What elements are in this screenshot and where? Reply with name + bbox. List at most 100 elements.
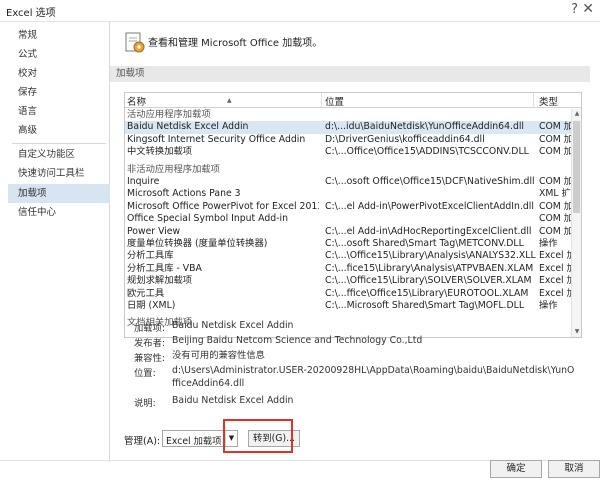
row-name: Office Special Symbol Input Add-in — [127, 213, 288, 225]
row-name: 度量单位转换器 (度量单位转换器) — [127, 238, 268, 249]
sidebar-item-formulas[interactable]: 公式 — [8, 45, 110, 64]
addins-list[interactable]: 名称 ▲ 位置 类型 活动应用程序加载项 Baidu Netdisk Excel… — [124, 92, 582, 338]
table-row[interactable]: 日期 (XML) C:\...Microsoft Shared\Smart Ta… — [125, 300, 571, 312]
row-location: C:\...osoft Office\Office15\DCF\NativeSh… — [325, 176, 535, 187]
row-location: C:\...\Office15\Library\Analysis\ANALYS3… — [325, 250, 536, 262]
table-row[interactable]: 分析工具库 C:\...\Office15\Library\Analysis\A… — [125, 250, 571, 262]
column-header-name[interactable]: 名称 — [127, 94, 146, 108]
title-bar: Excel 选项 ? ✕ — [0, 0, 600, 22]
table-row[interactable]: 欧元工具 C:\...ffice\Office15\Library\EUROTO… — [125, 288, 571, 300]
table-row[interactable]: 分析工具库 - VBA C:\...fice15\Library\Analysi… — [125, 263, 571, 275]
detail-value: Baidu Netdisk Excel Addin — [172, 320, 294, 331]
help-button[interactable]: ? — [571, 2, 578, 17]
row-name: Baidu Netdisk Excel Addin — [127, 121, 249, 133]
table-row[interactable]: Kingsoft Internet Security Office Addin … — [125, 134, 571, 146]
cancel-button[interactable]: 取消 — [548, 460, 600, 478]
row-name: Microsoft Actions Pane 3 — [127, 188, 241, 200]
row-type: Excel 加载项 — [539, 250, 571, 262]
row-location: C:\...el Add-in\AdHocReportingExcelClien… — [325, 225, 532, 237]
row-location: d:\...idu\BaiduNetdisk\YunOfficeAddin64.… — [325, 121, 525, 133]
sidebar-item-quick-access-toolbar[interactable]: 快速访问工具栏 — [8, 164, 110, 183]
table-row[interactable]: Microsoft Office PowerPivot for Excel 20… — [125, 201, 571, 213]
detail-label: 位置: — [134, 368, 156, 379]
sidebar-item-language[interactable]: 语言 — [8, 102, 110, 121]
row-type: Excel 加载项 — [539, 275, 571, 287]
row-location: C:\...ffice\Office15\Library\EUROTOOL.XL… — [325, 287, 529, 299]
sidebar-divider — [12, 143, 106, 144]
row-name: Power View — [127, 225, 181, 237]
row-type: COM 加载项 — [539, 200, 571, 212]
detail-label: 说明: — [134, 398, 156, 409]
row-location: C:\...Office\Office15\ADDINS\TCSCCONV.DL… — [325, 146, 529, 158]
row-name: 日期 (XML) — [127, 300, 176, 311]
sidebar-item-save[interactable]: 保存 — [8, 83, 110, 102]
table-row[interactable]: Office Special Symbol Input Add-in COM 加… — [125, 213, 571, 225]
row-name: 欧元工具 — [127, 287, 165, 299]
ok-button[interactable]: 确定 — [490, 460, 542, 478]
row-type: COM 加载项 — [539, 176, 571, 187]
row-location: C:\...el Add-in\PowerPivotExcelClientAdd… — [325, 200, 534, 212]
row-name: 中文转换加载项 — [127, 146, 193, 158]
sidebar-item-general[interactable]: 常规 — [8, 26, 110, 45]
table-row[interactable]: Inquire C:\...osoft Office\Office15\DCF\… — [125, 176, 571, 188]
row-name: 分析工具库 - VBA — [127, 262, 202, 274]
highlight-annotation — [223, 419, 293, 453]
detail-value: 没有可用的兼容性信息 — [172, 350, 265, 361]
row-type: COM 加载项 — [539, 121, 571, 133]
addins-gear-icon — [125, 32, 145, 53]
row-name: Kingsoft Internet Security Office Addin — [127, 133, 306, 145]
row-location: C:\...Microsoft Shared\Smart Tag\MOFL.DL… — [325, 300, 525, 311]
row-name: Inquire — [127, 176, 160, 187]
page-description: 查看和管理 Microsoft Office 加载项。 — [148, 38, 323, 49]
table-row[interactable]: 规划求解加载项 C:\...\Office15\Library\SOLVER\S… — [125, 275, 571, 287]
scroll-up-icon[interactable]: ▲ — [572, 109, 581, 119]
detail-label: 兼容性: — [134, 353, 166, 364]
row-type: COM 加载项 — [539, 133, 571, 145]
manage-label: 管理(A): — [124, 436, 161, 447]
detail-value: Beijing Baidu Netcom Science and Technol… — [172, 335, 423, 346]
section-active: 活动应用程序加载项 — [127, 109, 211, 120]
sort-ascending-icon: ▲ — [227, 97, 232, 104]
addins-pane: 查看和管理 Microsoft Office 加载项。 加载项 名称 ▲ 位置 … — [110, 22, 600, 462]
detail-value: d:\Users\Administrator.USER-20200928HL\A… — [172, 365, 575, 389]
sidebar-item-proofing[interactable]: 校对 — [8, 64, 110, 83]
row-type: COM 加载项 — [539, 146, 571, 158]
manage-select-value: Excel 加载项 — [166, 436, 222, 447]
scroll-thumb[interactable] — [573, 121, 580, 213]
row-type: Excel 加载项 — [539, 287, 571, 299]
list-scrollbar[interactable]: ▲ ▼ — [571, 109, 581, 337]
table-row[interactable]: Power View C:\...el Add-in\AdHocReportin… — [125, 226, 571, 238]
row-type: 操作 — [539, 300, 558, 311]
sidebar-item-customize-ribbon[interactable]: 自定义功能区 — [8, 145, 110, 164]
column-header-location[interactable]: 位置 — [325, 94, 344, 108]
table-row[interactable]: Baidu Netdisk Excel Addin d:\...idu\Baid… — [125, 121, 571, 134]
row-location: C:\...fice15\Library\Analysis\ATPVBAEN.X… — [325, 262, 534, 274]
list-rows: 活动应用程序加载项 Baidu Netdisk Excel Addin d:\.… — [125, 109, 571, 337]
sidebar-item-trust-center[interactable]: 信任中心 — [8, 203, 110, 222]
row-type: 操作 — [539, 238, 558, 249]
column-header-type[interactable]: 类型 — [539, 94, 558, 108]
detail-label: 发布者: — [134, 338, 166, 349]
list-header: 名称 ▲ 位置 类型 — [125, 93, 581, 108]
row-location: C:\...osoft Shared\Smart Tag\METCONV.DLL — [325, 238, 524, 249]
column-divider[interactable] — [533, 93, 534, 108]
row-name: 规划求解加载项 — [127, 275, 193, 287]
sidebar-item-advanced[interactable]: 高级 — [8, 121, 110, 140]
table-row[interactable]: 度量单位转换器 (度量单位转换器) C:\...osoft Shared\Sma… — [125, 238, 571, 250]
section-inactive: 非活动应用程序加载项 — [127, 163, 220, 175]
close-button[interactable]: ✕ — [582, 1, 594, 17]
table-row[interactable]: Microsoft Actions Pane 3 XML 扩展包 — [125, 188, 571, 200]
window-title: Excel 选项 — [6, 8, 56, 19]
sidebar-item-addins[interactable]: 加载项 — [8, 184, 110, 203]
row-type: Excel 加载项 — [539, 262, 571, 274]
row-location: D:\DriverGenius\kofficeaddin64.dll — [325, 133, 485, 145]
table-row[interactable]: 中文转换加载项 C:\...Office\Office15\ADDINS\TCS… — [125, 146, 571, 158]
row-type: COM 加载项 — [539, 225, 571, 237]
row-name: 分析工具库 — [127, 250, 174, 262]
row-type: COM 加载项 — [539, 213, 571, 225]
column-divider[interactable] — [321, 93, 322, 108]
row-location: C:\...\Office15\Library\SOLVER\SOLVER.XL… — [325, 275, 532, 287]
detail-value: Baidu Netdisk Excel Addin — [172, 395, 294, 406]
row-name: Microsoft Office PowerPivot for Excel 20… — [127, 200, 319, 212]
manage-row: 管理(A): Excel 加载项 ▼ 转到(G)... — [124, 430, 584, 450]
